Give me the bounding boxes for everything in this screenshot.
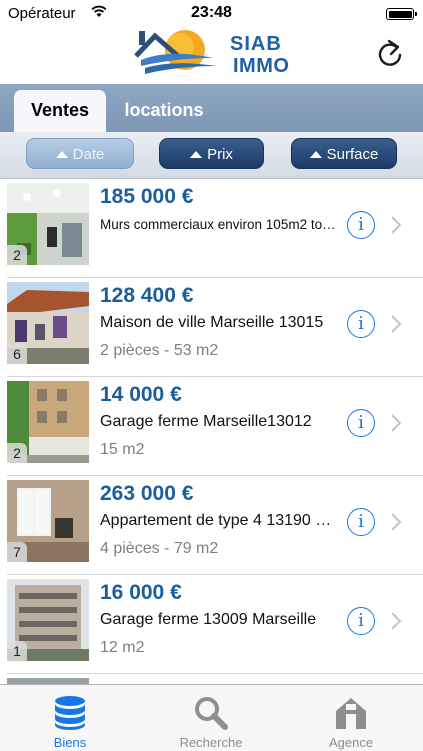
listing-title: Murs commerciaux environ 105m2 tou... [100,217,340,232]
siab-immo-logo: SIAB IMMO [133,28,293,82]
sort-arrow-up-icon [309,151,322,158]
listing-table: 2 185 000 € Murs commerciaux environ 105… [0,179,423,684]
listing-row-partial[interactable] [0,674,423,684]
house-icon [336,698,366,729]
photo-count-badge: 1 [7,641,27,661]
photo-count-badge: 2 [7,245,27,265]
chevron-right-icon [391,414,402,432]
segment-tabs: Ventes locations [0,84,423,132]
info-icon[interactable]: i [347,310,375,338]
bottom-tab-bar: Biens Recherche Agence [0,684,423,751]
listing-price: 185 000 € [100,185,194,208]
listing-details: 12 m2 [100,639,145,656]
listing-details: 15 m2 [100,441,145,458]
sort-date-label: Date [72,146,105,163]
info-icon[interactable]: i [347,409,375,437]
listing-title: Appartement de type 4 13190 PdC [100,512,340,529]
sort-bar: Date Prix Surface [0,132,423,179]
listing-row[interactable]: 2 14 000 € Garage ferme Marseille13012 1… [0,377,423,476]
sort-date-button[interactable]: Date [26,138,134,169]
brand-name: SIAB [230,33,282,55]
listing-photo: 1 [7,579,89,661]
sort-arrow-up-icon [55,151,68,158]
tabbar-recherche-label: Recherche [179,735,243,750]
chevron-right-icon [391,315,402,333]
chevron-right-icon [391,513,402,531]
sort-arrow-up-icon [190,151,203,158]
photo-count-badge: 7 [7,542,27,562]
listing-photo: 2 [7,381,89,463]
listing-title: Garage ferme Marseille13012 [100,413,312,430]
info-icon[interactable]: i [347,211,375,239]
listing-photo: 7 [7,480,89,562]
clock: 23:48 [191,4,232,21]
status-bar: Opérateur 23:48 [0,0,423,28]
brand-subname: IMMO [233,55,290,77]
sort-price-label: Prix [207,146,233,163]
listing-title: Garage ferme 13009 Marseille [100,611,317,628]
listing-price: 16 000 € [100,581,182,604]
listing-details: 2 pièces - 53 m2 [100,342,219,359]
tabbar-biens-label: Biens [53,735,87,750]
tab-locations[interactable]: locations [112,90,216,132]
chevron-right-icon [391,612,402,630]
listing-price: 14 000 € [100,383,182,406]
photo-count-badge: 2 [7,443,27,463]
listing-price: 263 000 € [100,482,194,505]
tab-ventes[interactable]: Ventes [14,90,106,132]
magnifier-icon [195,697,228,730]
refresh-icon [378,39,402,66]
battery-icon [386,8,417,20]
info-icon[interactable]: i [347,607,375,635]
refresh-button[interactable] [375,37,405,71]
listing-row[interactable]: 1 16 000 € Garage ferme 13009 Marseille … [0,575,423,674]
database-icon [55,696,85,730]
tabbar-agence-label: Agence [328,735,374,750]
logo-house-sun-icon [134,30,217,74]
listing-row[interactable]: 6 128 400 € Maison de ville Marseille 13… [0,278,423,377]
listing-price: 128 400 € [100,284,194,307]
sort-surface-label: Surface [326,146,379,163]
chevron-right-icon [391,216,402,234]
listing-row[interactable]: 2 185 000 € Murs commerciaux environ 105… [0,179,423,278]
sort-price-button[interactable]: Prix [159,138,264,169]
listing-details: 4 pièces - 79 m2 [100,540,219,557]
sort-surface-button[interactable]: Surface [291,138,397,169]
app-header: SIAB IMMO [0,28,423,84]
listing-photo: 2 [7,183,89,265]
listing-title: Maison de ville Marseille 13015 [100,314,324,331]
photo-count-badge: 6 [7,344,27,364]
listing-row[interactable]: 7 263 000 € Appartement de type 4 13190 … [0,476,423,575]
listing-photo: 6 [7,282,89,364]
info-icon[interactable]: i [347,508,375,536]
